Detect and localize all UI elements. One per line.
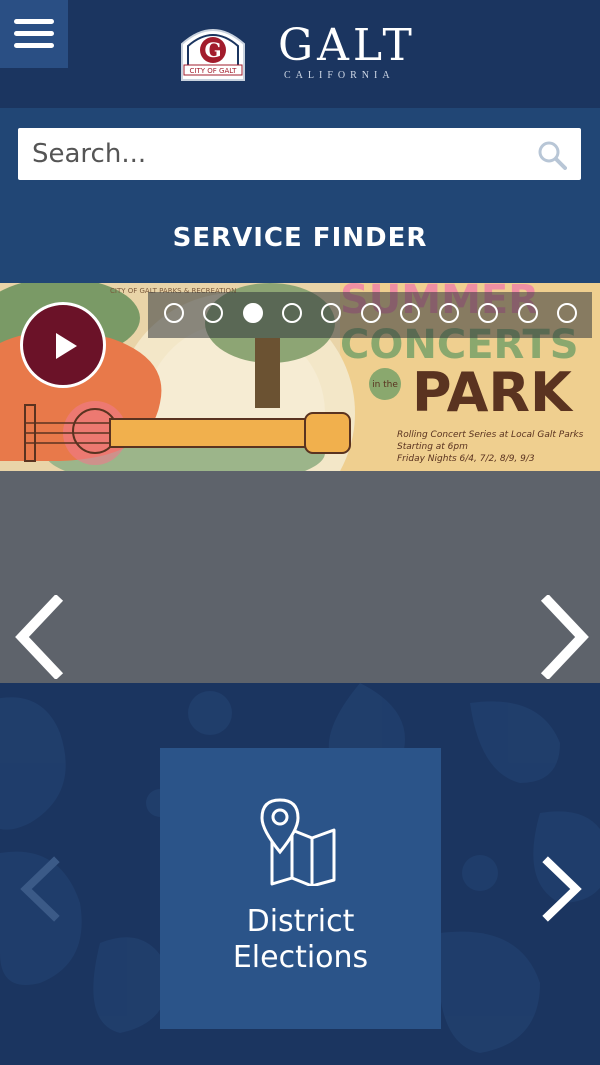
search-input[interactable]	[18, 128, 518, 180]
map-pin-icon	[260, 798, 336, 886]
search-band: SERVICE FINDER	[0, 108, 600, 283]
tiles-next-icon[interactable]	[540, 856, 584, 922]
svg-text:Friday Nights 6/4, 7/2, 8/9, 9: Friday Nights 6/4, 7/2, 8/9, 9/3	[397, 454, 535, 464]
slide-dot[interactable]	[321, 303, 342, 323]
play-icon	[56, 333, 77, 359]
slide-dot[interactable]	[360, 303, 381, 323]
slide-dot[interactable]	[517, 303, 538, 323]
search-box	[18, 128, 581, 180]
slide-dot[interactable]	[399, 303, 420, 323]
slide-dot[interactable]	[281, 303, 302, 323]
tile-label: District Elections	[160, 904, 441, 976]
svg-text:CITY OF GALT: CITY OF GALT	[190, 67, 238, 75]
svg-text:G: G	[204, 38, 221, 62]
search-icon[interactable]	[537, 140, 567, 170]
tile-label-line1: District	[246, 904, 355, 939]
slide-dot[interactable]	[164, 303, 184, 323]
logo-title: GALT	[278, 20, 416, 71]
slide-backdrop	[0, 471, 600, 683]
logo-subtitle: CALIFORNIA	[284, 70, 395, 81]
chevron-right-icon[interactable]	[540, 595, 592, 679]
svg-text:in the: in the	[372, 380, 398, 390]
slide-dot[interactable]	[557, 303, 577, 323]
svg-text:Rolling Concert Series at Loca: Rolling Concert Series at Local Galt Par…	[397, 430, 584, 440]
menu-button[interactable]	[0, 0, 68, 68]
tiles-prev-icon[interactable]	[18, 856, 62, 922]
site-header: G CITY OF GALT GALT CALIFORNIA	[0, 0, 600, 108]
slide-dot[interactable]	[242, 303, 263, 323]
slide-dot[interactable]	[203, 303, 224, 323]
galt-logo[interactable]: G CITY OF GALT GALT CALIFORNIA	[176, 24, 426, 84]
slide-dot[interactable]	[478, 303, 499, 323]
slide-dot[interactable]	[439, 303, 460, 323]
tile-label-line2: Elections	[232, 940, 369, 975]
play-button[interactable]	[20, 302, 106, 388]
svg-text:Starting at 6pm: Starting at 6pm	[397, 442, 468, 452]
service-finder-link[interactable]: SERVICE FINDER	[0, 223, 600, 253]
city-seal-icon: G CITY OF GALT	[181, 29, 245, 81]
district-elections-tile[interactable]: District Elections	[160, 748, 441, 1029]
svg-text:PARK: PARK	[412, 361, 574, 424]
slide-pager	[148, 292, 592, 338]
chevron-left-icon[interactable]	[12, 595, 64, 679]
